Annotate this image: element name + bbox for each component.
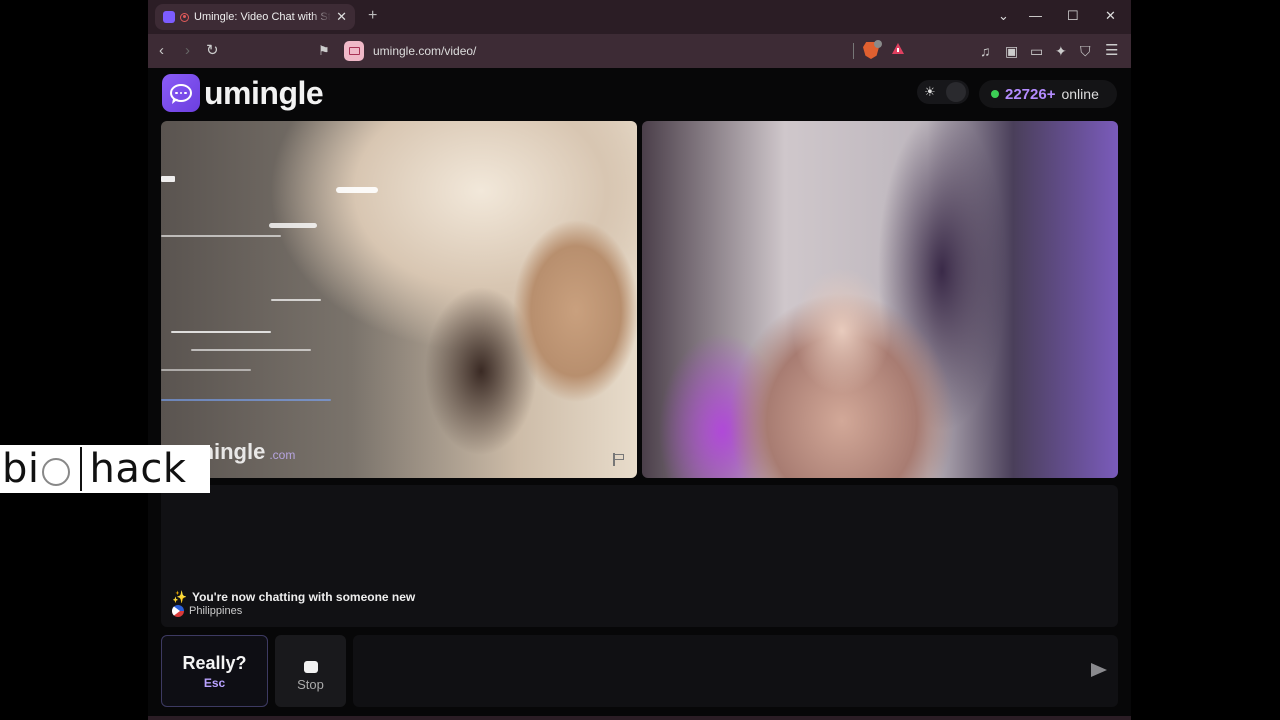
- online-count: 22726+: [1005, 85, 1056, 103]
- tab-strip: Umingle: Video Chat with Strangers ✕ + ⌄…: [148, 0, 1131, 34]
- menu-icon[interactable]: ☰: [1105, 41, 1118, 61]
- maximize-icon[interactable]: ☐: [1067, 8, 1079, 24]
- stranger-country: Philippines: [172, 605, 242, 617]
- stranger-video: umingle .com: [161, 121, 637, 478]
- philippines-flag-icon: [172, 605, 184, 617]
- browser-window: Umingle: Video Chat with Strangers ✕ + ⌄…: [148, 0, 1131, 720]
- tab-title: Umingle: Video Chat with Strangers: [194, 11, 331, 23]
- tab-search-icon[interactable]: ⌄: [998, 8, 1009, 24]
- biohack-divider: [79, 447, 82, 491]
- stop-hand-icon: [303, 660, 318, 673]
- stop-button[interactable]: Stop: [275, 635, 346, 707]
- forward-icon[interactable]: ›: [185, 41, 190, 61]
- online-label: online: [1061, 86, 1099, 102]
- site-logo[interactable]: umingle: [162, 74, 324, 112]
- chat-log: ✨ You're now chatting with someone new P…: [161, 485, 1118, 627]
- sun-icon: ☀: [924, 84, 936, 99]
- online-status-dot: [991, 90, 999, 98]
- online-counter: 22726+ online: [979, 80, 1117, 108]
- system-message: ✨ You're now chatting with someone new: [172, 590, 416, 604]
- page-content: umingle ☀ 22726+ online umingle .com ✨ Y…: [148, 68, 1131, 716]
- browser-toolbar: ‹ › ↻ ⚑ umingle.com/video/ ♫ ▣ ▭ ✦ ⛉ ☰: [148, 34, 1131, 68]
- reload-icon[interactable]: ↻: [206, 41, 219, 61]
- video-site-icon: [344, 41, 364, 61]
- recording-icon: [180, 12, 189, 22]
- shield-badge: [874, 40, 882, 48]
- sidebar-icon[interactable]: ▣: [1005, 41, 1018, 61]
- stop-label: Stop: [297, 676, 324, 692]
- wallet-icon[interactable]: ▭: [1030, 41, 1043, 61]
- bookmark-icon[interactable]: ⚑: [318, 41, 330, 61]
- skip-hint: Esc: [203, 675, 226, 690]
- minimize-icon[interactable]: —: [1029, 8, 1042, 23]
- browser-tab[interactable]: Umingle: Video Chat with Strangers ✕: [155, 4, 355, 30]
- leo-icon[interactable]: ✦: [1055, 41, 1067, 61]
- url-text: umingle.com/video/: [373, 44, 477, 58]
- report-flag-icon[interactable]: [612, 453, 624, 466]
- vpn-icon[interactable]: ⛉: [1080, 41, 1091, 61]
- theme-toggle[interactable]: ☀: [917, 80, 969, 104]
- back-icon[interactable]: ‹: [159, 41, 164, 61]
- new-tab-button[interactable]: +: [368, 7, 377, 25]
- close-tab-icon[interactable]: ✕: [336, 9, 347, 25]
- chat-bubble-icon: [162, 74, 200, 112]
- rewards-mark: [897, 48, 899, 52]
- address-bar[interactable]: umingle.com/video/: [344, 39, 914, 63]
- logo-text: umingle: [204, 74, 324, 111]
- skip-confirm-button[interactable]: Really? Esc: [161, 635, 268, 707]
- close-window-icon[interactable]: ✕: [1105, 8, 1116, 24]
- biohack-overlay-logo: bi hack: [0, 445, 210, 493]
- send-icon[interactable]: [1091, 663, 1107, 677]
- sparkle-icon: ✨: [172, 590, 187, 604]
- umingle-favicon-icon: [163, 11, 175, 23]
- toolbar-separator: [853, 43, 854, 59]
- biohack-o-mark: [41, 458, 70, 486]
- self-video: [642, 121, 1118, 478]
- message-input[interactable]: [353, 635, 1118, 707]
- music-icon[interactable]: ♫: [980, 41, 991, 61]
- toggle-knob: [946, 82, 966, 102]
- skip-label: Really?: [182, 652, 247, 673]
